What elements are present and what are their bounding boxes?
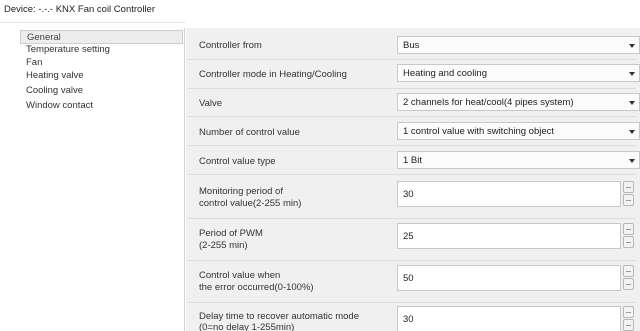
param-label-line2: control value(2-255 min) — [199, 198, 302, 209]
control-value-type-select[interactable]: 1 Bit — [397, 151, 640, 169]
monitoring-period-stepper[interactable] — [623, 181, 634, 207]
param-label: Controller from — [199, 40, 262, 51]
valve-select[interactable]: 2 channels for heat/cool(4 pipes system) — [397, 93, 640, 111]
param-label: Control value type — [199, 156, 276, 167]
param-label-line2: (2-255 min) — [199, 240, 248, 251]
decrement-button[interactable] — [623, 236, 634, 248]
sidebar-item-heating-valve[interactable]: Heating valve — [20, 69, 84, 83]
param-label-line1: Monitoring period of — [199, 186, 283, 197]
monitoring-period-input[interactable]: 30 — [397, 181, 621, 207]
sidebar-item-cooling-valve[interactable]: Cooling valve — [20, 84, 83, 98]
controller-from-select[interactable]: Bus — [397, 36, 640, 54]
chevron-down-icon — [629, 72, 635, 76]
sidebar: General Temperature setting Fan Heating … — [0, 22, 185, 331]
delay-time-stepper[interactable] — [623, 306, 634, 331]
select-value: Heating and cooling — [403, 68, 487, 79]
chevron-down-icon — [629, 101, 635, 105]
input-value: 25 — [403, 231, 414, 242]
increment-button[interactable] — [623, 181, 634, 193]
num-control-value-select[interactable]: 1 control value with switching object — [397, 122, 640, 140]
error-value-stepper[interactable] — [623, 265, 634, 291]
decrement-button[interactable] — [623, 319, 634, 331]
input-value: 30 — [403, 189, 414, 200]
error-value-input[interactable]: 50 — [397, 265, 621, 291]
sidebar-item-window-contact[interactable]: Window contact — [20, 99, 93, 113]
window-title: Device: -.-.- KNX Fan coil Controller — [4, 4, 155, 15]
param-label: Number of control value — [199, 127, 300, 138]
sidebar-item-general[interactable]: General — [20, 30, 183, 44]
decrement-button[interactable] — [623, 194, 634, 206]
param-label-line2: (0=no delay 1-255min) — [199, 322, 295, 331]
divider — [188, 260, 636, 261]
divider — [188, 88, 636, 89]
divider — [188, 218, 636, 219]
input-value: 50 — [403, 273, 414, 284]
divider — [0, 22, 185, 23]
increment-button[interactable] — [623, 223, 634, 235]
divider — [188, 116, 636, 117]
select-value: 2 channels for heat/cool(4 pipes system) — [403, 97, 574, 108]
increment-button[interactable] — [623, 306, 634, 318]
increment-button[interactable] — [623, 265, 634, 277]
select-value: 1 Bit — [403, 155, 423, 166]
chevron-down-icon — [629, 130, 635, 134]
select-value: Bus — [403, 40, 420, 51]
select-value: 1 control value with switching object — [403, 126, 555, 137]
param-label: Controller mode in Heating/Cooling — [199, 69, 347, 80]
pwm-period-input[interactable]: 25 — [397, 223, 621, 249]
param-label: Valve — [199, 98, 223, 109]
input-value: 30 — [403, 314, 414, 325]
divider — [188, 145, 636, 146]
param-label-line1: Control value when — [199, 270, 281, 281]
divider — [188, 174, 636, 175]
parameter-panel: Controller from Bus Controller mode in H… — [186, 28, 640, 331]
divider — [188, 59, 636, 60]
param-label-line2: the error occurred(0-100%) — [199, 282, 314, 293]
chevron-down-icon — [629, 159, 635, 163]
param-label-line1: Period of PWM — [199, 228, 263, 239]
sidebar-item-temperature-setting[interactable]: Temperature setting — [20, 43, 110, 57]
chevron-down-icon — [629, 44, 635, 48]
controller-mode-select[interactable]: Heating and cooling — [397, 64, 640, 82]
sidebar-item-fan[interactable]: Fan — [20, 56, 42, 70]
divider — [188, 302, 636, 303]
decrement-button[interactable] — [623, 278, 634, 290]
delay-time-input[interactable]: 30 — [397, 306, 621, 331]
pwm-period-stepper[interactable] — [623, 223, 634, 249]
